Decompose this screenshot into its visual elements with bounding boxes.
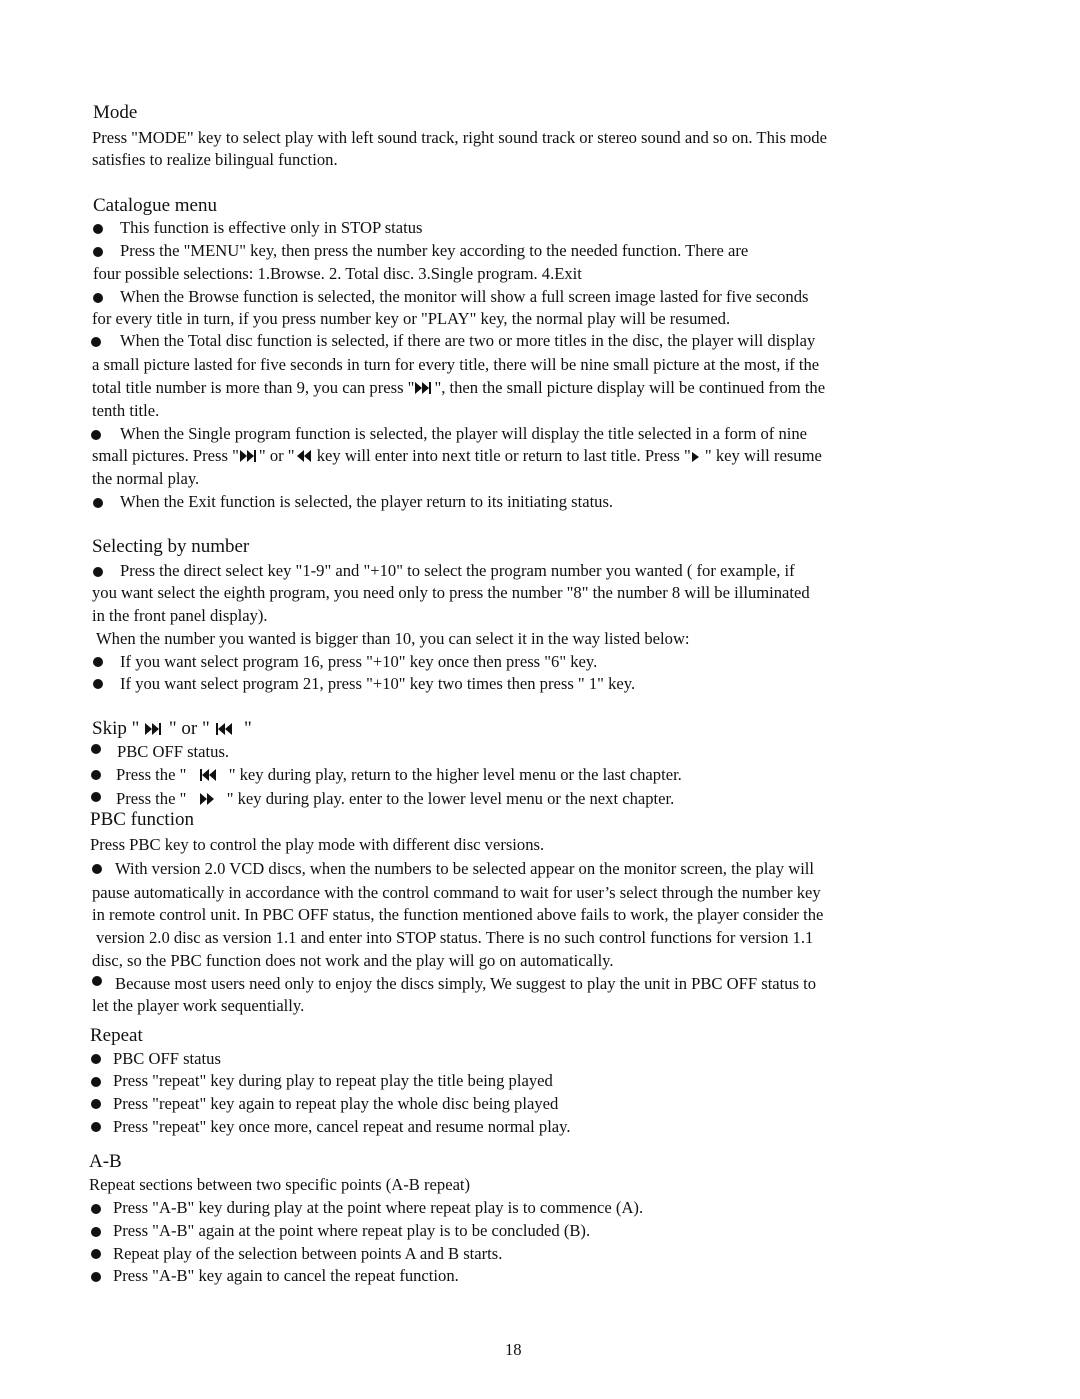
mode-text-line: Press "MODE" key to select play with lef…	[92, 128, 827, 147]
pbc-text-line: disc, so the PBC function does not work …	[92, 951, 614, 970]
catalogue-text-line: tenth title.	[92, 401, 160, 420]
catalogue-text-line: four possible selections: 1.Browse. 2. T…	[93, 264, 582, 283]
bullet-icon	[93, 224, 103, 234]
text-segment: " key will resume	[700, 446, 822, 465]
pbc-text-line: Press PBC key to control the play mode w…	[90, 835, 545, 854]
selecting-text-line: When the number you wanted is bigger tha…	[96, 629, 690, 648]
repeat-text-line: Press "repeat" key again to repeat play …	[113, 1094, 559, 1113]
selecting-text-line: Press the direct select key "1-9" and "+…	[120, 561, 795, 580]
bullet-icon	[91, 1122, 101, 1132]
bullet-icon	[93, 293, 103, 303]
bullet-icon	[92, 864, 102, 874]
pbc-text-line: in remote control unit. In PBC OFF statu…	[92, 905, 824, 924]
bullet-icon	[93, 679, 103, 689]
catalogue-text-line: This function is effective only in STOP …	[120, 218, 423, 237]
skip-next-icon	[145, 723, 163, 735]
pbc-text-line: version 2.0 disc as version 1.1 and ente…	[96, 928, 814, 947]
repeat-text-line: Press "repeat" key once more, cancel rep…	[113, 1117, 571, 1136]
bullet-icon	[91, 792, 101, 802]
bullet-icon	[91, 1249, 101, 1259]
ab-text-line: Press "A-B" key again to cancel the repe…	[113, 1266, 459, 1285]
skip-previous-icon	[215, 723, 233, 735]
catalogue-text-line: a small picture lasted for five seconds …	[92, 355, 820, 374]
text-segment: " or "	[168, 718, 210, 739]
heading-repeat: Repeat	[90, 1025, 143, 1046]
bullet-icon	[93, 498, 103, 508]
pbc-text-line: Because most users need only to enjoy th…	[115, 974, 817, 993]
text-segment: small pictures. Press "	[92, 446, 239, 465]
text-segment: Press the "	[116, 789, 187, 808]
skip-text-line: Press the " " key during play, return to…	[116, 765, 682, 785]
text-segment: " key during play, return to the higher …	[228, 765, 682, 784]
fast-forward-icon	[199, 793, 215, 805]
selecting-text-line: If you want select program 21, press "+1…	[120, 674, 636, 693]
bullet-icon	[91, 744, 101, 754]
heading-mode: Mode	[93, 102, 138, 123]
play-icon	[691, 452, 700, 462]
text-segment: " or "	[258, 446, 295, 465]
bullet-icon	[91, 1099, 101, 1109]
catalogue-text-line: small pictures. Press " " or " key will e…	[92, 446, 822, 466]
catalogue-text-line: When the Total disc function is selected…	[120, 331, 816, 350]
skip-next-icon	[239, 450, 258, 462]
catalogue-text-line: total title number is more than 9, you c…	[92, 378, 825, 398]
selecting-text-line: you want select the eighth program, you …	[92, 583, 810, 602]
ab-text-line: Press "A-B" key during play at the point…	[113, 1198, 644, 1217]
bullet-icon	[91, 1272, 101, 1282]
repeat-text-line: PBC OFF status	[113, 1049, 221, 1068]
bullet-icon	[93, 567, 103, 577]
bullet-icon	[91, 1077, 101, 1087]
heading-a-b: A-B	[89, 1151, 122, 1172]
bullet-icon	[91, 337, 101, 347]
manual-page: Mode Press "MODE" key to select play wit…	[0, 0, 1080, 1399]
mode-text-line: satisfies to realize bilingual function.	[92, 150, 338, 169]
text-segment: Press the "	[116, 765, 187, 784]
text-segment: ", then the small picture display will b…	[434, 378, 826, 397]
bullet-icon	[91, 770, 101, 780]
skip-text-line: PBC OFF status.	[117, 742, 230, 761]
catalogue-text-line: the normal play.	[92, 469, 200, 488]
pbc-text-line: With version 2.0 VCD discs, when the num…	[115, 859, 815, 878]
bullet-icon	[91, 430, 101, 440]
heading-skip: Skip " " or " "	[92, 718, 252, 740]
selecting-text-line: in the front panel display).	[92, 606, 268, 625]
ab-text-line: Press "A-B" again at the point where rep…	[113, 1221, 591, 1240]
bullet-icon	[93, 657, 103, 667]
catalogue-text-line: When the Exit function is selected, the …	[120, 492, 614, 511]
ab-text-line: Repeat sections between two specific poi…	[89, 1175, 471, 1194]
catalogue-text-line: Press the "MENU" key, then press the num…	[120, 241, 749, 260]
heading-pbc-function: PBC function	[90, 809, 194, 830]
ab-text-line: Repeat play of the selection between poi…	[113, 1244, 503, 1263]
bullet-icon	[91, 1227, 101, 1237]
heading-selecting-by-number: Selecting by number	[92, 536, 250, 557]
catalogue-text-line: When the Single program function is sele…	[120, 424, 808, 443]
skip-next-icon	[415, 382, 433, 394]
repeat-text-line: Press "repeat" key during play to repeat…	[113, 1071, 553, 1090]
text-segment: Skip "	[92, 718, 140, 739]
pbc-text-line: pause automatically in accordance with t…	[92, 883, 821, 902]
page-number: 18	[505, 1340, 522, 1359]
catalogue-text-line: for every title in turn, if you press nu…	[92, 309, 731, 328]
skip-previous-icon	[199, 769, 217, 781]
catalogue-text-line: When the Browse function is selected, th…	[120, 287, 809, 306]
bullet-icon	[91, 1204, 101, 1214]
text-segment: "	[243, 718, 252, 739]
text-segment: total title number is more than 9, you c…	[92, 378, 415, 397]
bullet-icon	[92, 976, 102, 986]
pbc-text-line: let the player work sequentially.	[92, 996, 305, 1015]
text-segment: " key during play. enter to the lower le…	[226, 789, 675, 808]
bullet-icon	[91, 1054, 101, 1064]
text-segment: key will enter into next title or return…	[312, 446, 691, 465]
fast-rewind-icon	[296, 450, 312, 462]
bullet-icon	[93, 247, 103, 257]
selecting-text-line: If you want select program 16, press "+1…	[120, 652, 598, 671]
skip-text-line: Press the " " key during play. enter to …	[116, 789, 674, 809]
heading-catalogue-menu: Catalogue menu	[93, 195, 217, 216]
